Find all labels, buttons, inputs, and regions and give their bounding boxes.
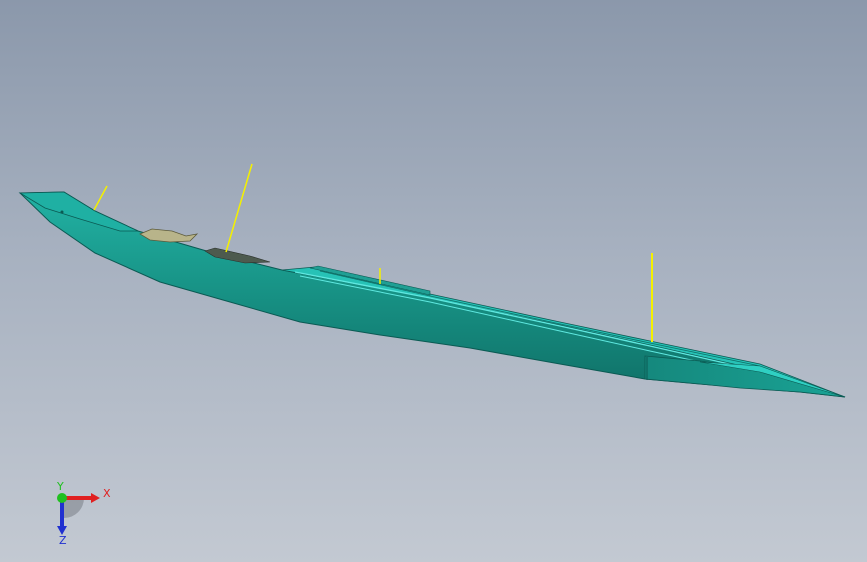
axis-triad: Y X Z [56,480,111,547]
x-axis-label: X [103,487,111,500]
3d-viewport[interactable]: Y X Z [0,0,867,562]
mast-2 [225,163,253,253]
bow-marking [60,210,64,214]
z-axis-label: Z [59,534,67,547]
y-axis [57,493,67,503]
x-axis-arrow [91,493,100,503]
y-axis-label: Y [56,480,64,493]
mast-1 [93,185,108,211]
triad-shadow [64,498,84,518]
ship-hull-model[interactable] [0,0,867,562]
